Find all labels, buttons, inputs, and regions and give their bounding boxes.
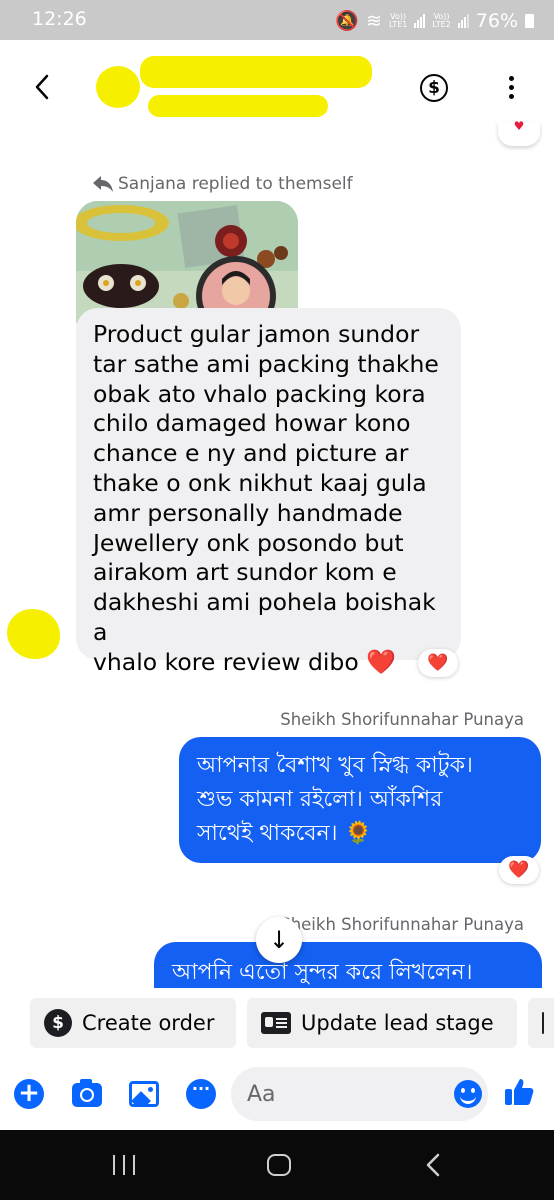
home-icon[interactable] (267, 1154, 291, 1176)
reply-icon (93, 176, 113, 192)
composer: + ··· (0, 1060, 554, 1130)
update-lead-stage-button[interactable]: Update lead stage (247, 998, 517, 1048)
incoming-message-text: Product gular jamon sundor tar sathe ami… (93, 320, 439, 676)
battery-level: 76% (475, 9, 518, 32)
nav-back-icon[interactable] (425, 1153, 441, 1177)
contact-avatar-redacted[interactable] (96, 66, 140, 108)
contact-status-redacted (148, 95, 328, 117)
more-actions-button[interactable] (528, 998, 554, 1048)
camera-icon[interactable] (72, 1079, 102, 1107)
heart-emoji: ❤️ (366, 647, 397, 676)
sender-avatar-redacted[interactable] (7, 609, 60, 659)
dollar-icon: $ (44, 1009, 72, 1037)
reply-note: Sanjana replied to themself (92, 174, 353, 194)
update-lead-stage-label: Update lead stage (301, 1011, 494, 1035)
reply-note-text: Sanjana replied to themself (118, 174, 353, 194)
more-icon[interactable] (505, 76, 517, 102)
contact-card-icon (261, 1012, 291, 1034)
sim1-label: Vo)) LTE1 (388, 11, 408, 29)
contact-name-redacted[interactable] (140, 56, 372, 88)
outgoing-message-bubble[interactable]: আপনার বৈশাখ খুব স্নিগ্ধ কাটুক। শুভ কামনা… (179, 737, 541, 863)
quick-replies-icon[interactable]: ··· (186, 1079, 216, 1109)
create-order-button[interactable]: $ Create order (30, 998, 236, 1048)
wifi-icon: ≋ (366, 9, 382, 32)
gallery-icon[interactable] (129, 1081, 159, 1107)
sender-name: Sheikh Shorifunnahar Punaya (280, 710, 524, 729)
battery-icon (525, 13, 534, 28)
list-icon (542, 1012, 554, 1034)
thumbs-up-icon[interactable] (503, 1076, 535, 1108)
message-input[interactable] (247, 1079, 427, 1109)
status-icons: 🔕 ≋ Vo)) LTE1 Vo)) LTE2 76% (335, 9, 534, 32)
status-time: 12:26 (32, 8, 87, 30)
reaction-heart[interactable]: ❤️ (499, 856, 539, 884)
plus-icon[interactable]: + (14, 1079, 44, 1109)
reaction-badge[interactable]: ♥ (498, 120, 540, 146)
sender-name: Sheikh Shorifunnahar Punaya (280, 915, 524, 934)
mute-icon: 🔕 (335, 10, 360, 32)
create-order-label: Create order (82, 1011, 215, 1035)
scroll-down-button[interactable]: ↓ (256, 917, 302, 963)
quick-actions-bar: $ Create order Update lead stage (0, 988, 554, 1060)
chat-header: $ (0, 40, 554, 135)
reaction-heart[interactable]: ❤️ (418, 649, 458, 677)
message-input-box[interactable] (231, 1067, 488, 1121)
sim2-label: Vo)) LTE2 (432, 11, 451, 29)
signal-icon (457, 13, 469, 28)
status-bar: 12:26 🔕 ≋ Vo)) LTE1 Vo)) LTE2 76% (0, 0, 554, 40)
recent-apps-icon[interactable] (113, 1155, 135, 1175)
signal-icon (414, 13, 426, 28)
system-nav-bar (0, 1130, 554, 1200)
incoming-message-bubble[interactable]: Product gular jamon sundor tar sathe ami… (76, 308, 461, 676)
back-arrow-icon[interactable] (28, 70, 58, 104)
emoji-icon[interactable] (454, 1080, 482, 1108)
dollar-icon[interactable]: $ (420, 74, 448, 102)
